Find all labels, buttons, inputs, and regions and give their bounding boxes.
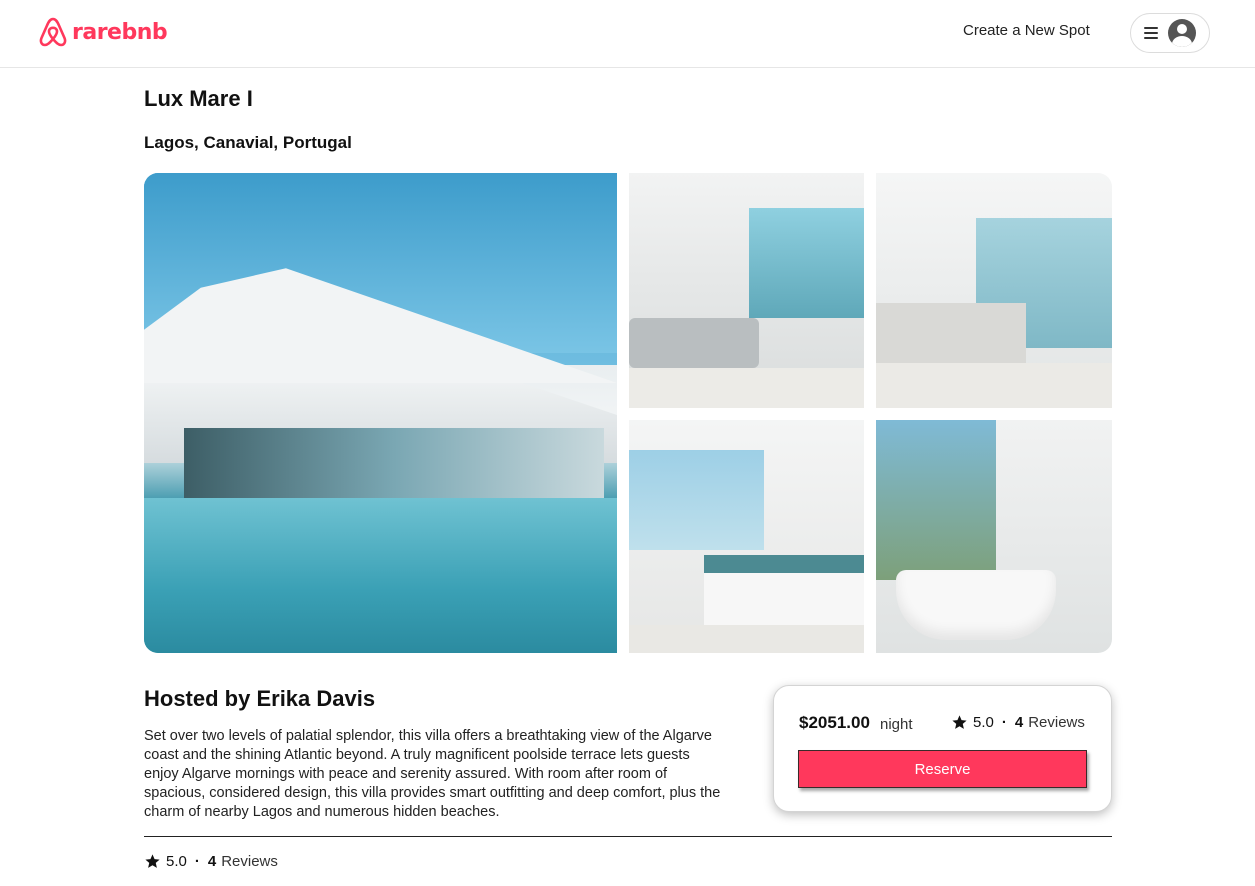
main-photo-villa-exterior[interactable] <box>144 173 617 653</box>
top-nav: rarebnb Create a New Spot <box>0 0 1255 68</box>
airbnb-logo-icon <box>39 17 67 47</box>
summary-rating-separator: · <box>194 853 200 870</box>
photo-bedroom[interactable] <box>629 420 864 653</box>
review-count: 4 <box>1014 714 1024 731</box>
photo-bathroom[interactable] <box>876 420 1112 653</box>
reviews-summary: 5.0 · 4 Reviews <box>144 853 278 870</box>
reserve-button[interactable]: Reserve <box>798 750 1087 788</box>
logo-text: rarebnb <box>72 19 168 45</box>
rating-value: 5.0 <box>973 714 994 731</box>
create-new-spot-link[interactable]: Create a New Spot <box>963 22 1090 39</box>
photo-kitchen[interactable] <box>876 173 1112 408</box>
summary-rating-value: 5.0 <box>166 853 187 870</box>
host-heading: Hosted by Erika Davis <box>144 686 376 711</box>
profile-menu-button[interactable] <box>1130 13 1210 53</box>
price-per-night: $2051.00 <box>799 713 870 732</box>
rating-separator: · <box>1001 714 1007 731</box>
spot-title: Lux Mare I <box>144 86 253 111</box>
spot-description: Set over two levels of palatial splendor… <box>144 728 721 820</box>
reviews-label: Reviews <box>1028 714 1085 731</box>
spot-location: Lagos, Canavial, Portugal <box>144 133 352 152</box>
booking-card: $2051.00 night 5.0 · 4 Reviews Reserve <box>773 685 1112 812</box>
photo-living-room[interactable] <box>629 173 864 408</box>
photo-gallery <box>144 173 1112 653</box>
card-rating: 5.0 · 4 Reviews <box>951 714 1085 731</box>
section-divider <box>144 836 1112 837</box>
star-icon <box>145 854 160 868</box>
star-icon <box>952 715 967 729</box>
summary-review-count: 4 <box>207 853 217 870</box>
user-avatar-icon <box>1168 19 1196 47</box>
hamburger-menu-icon <box>1144 27 1158 39</box>
summary-reviews-label: Reviews <box>221 853 278 870</box>
price-unit: night <box>880 716 913 733</box>
home-logo-link[interactable]: rarebnb <box>38 16 168 48</box>
